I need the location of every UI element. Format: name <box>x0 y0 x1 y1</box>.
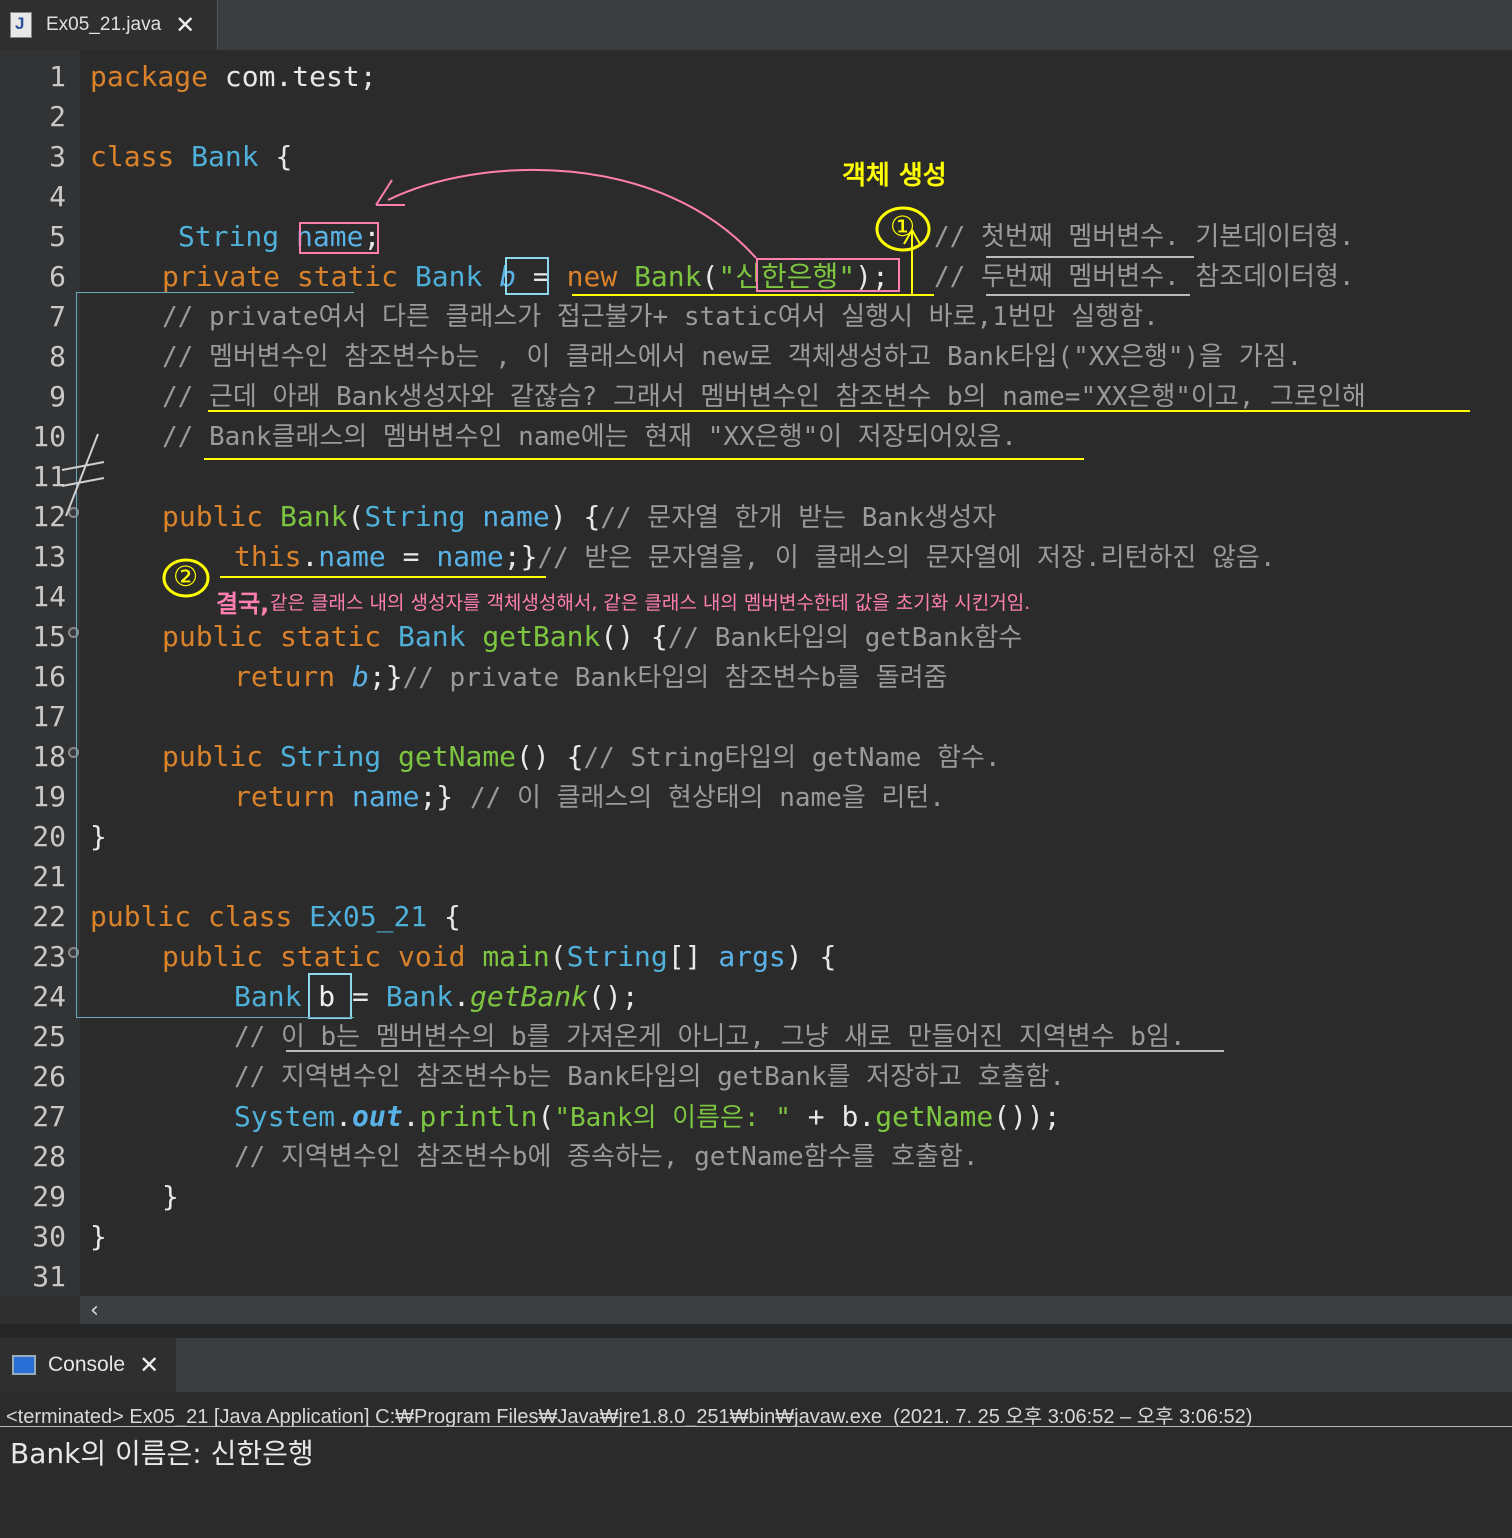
scroll-left-icon[interactable]: ‹ <box>90 1298 99 1323</box>
pink-arrowhead-icon <box>375 179 405 206</box>
result-note: 같은 클래스 내의 생성자를 객체생성해서, 같은 클래스 내의 멤버변수한테 … <box>270 592 1031 614</box>
object-creation-note: 객체 생성 <box>842 161 947 191</box>
horizontal-scrollbar[interactable]: ‹ <box>80 1296 1512 1324</box>
not-equal-mark-icon <box>61 433 105 517</box>
console-status: <terminated> Ex05_21 [Java Application] … <box>6 1406 1253 1428</box>
circle-1-label: ① <box>890 210 916 243</box>
console-monitor-icon <box>12 1355 36 1375</box>
circle-2-label: ② <box>173 560 199 593</box>
console-tab-bar: Console ✕ <box>0 1338 1512 1392</box>
console-tab[interactable]: Console ✕ <box>0 1338 176 1392</box>
close-icon[interactable]: ✕ <box>139 1351 159 1379</box>
console-tab-title: Console <box>48 1353 126 1376</box>
panel-separator[interactable] <box>0 1324 1512 1338</box>
result-label: 결국, <box>216 590 270 618</box>
pink-arrow-icon <box>387 168 757 259</box>
annotation-arrows <box>61 168 931 598</box>
console-divider <box>0 1426 1512 1427</box>
console-output-text: Bank의 이름은: 신한은행 <box>10 1437 314 1470</box>
